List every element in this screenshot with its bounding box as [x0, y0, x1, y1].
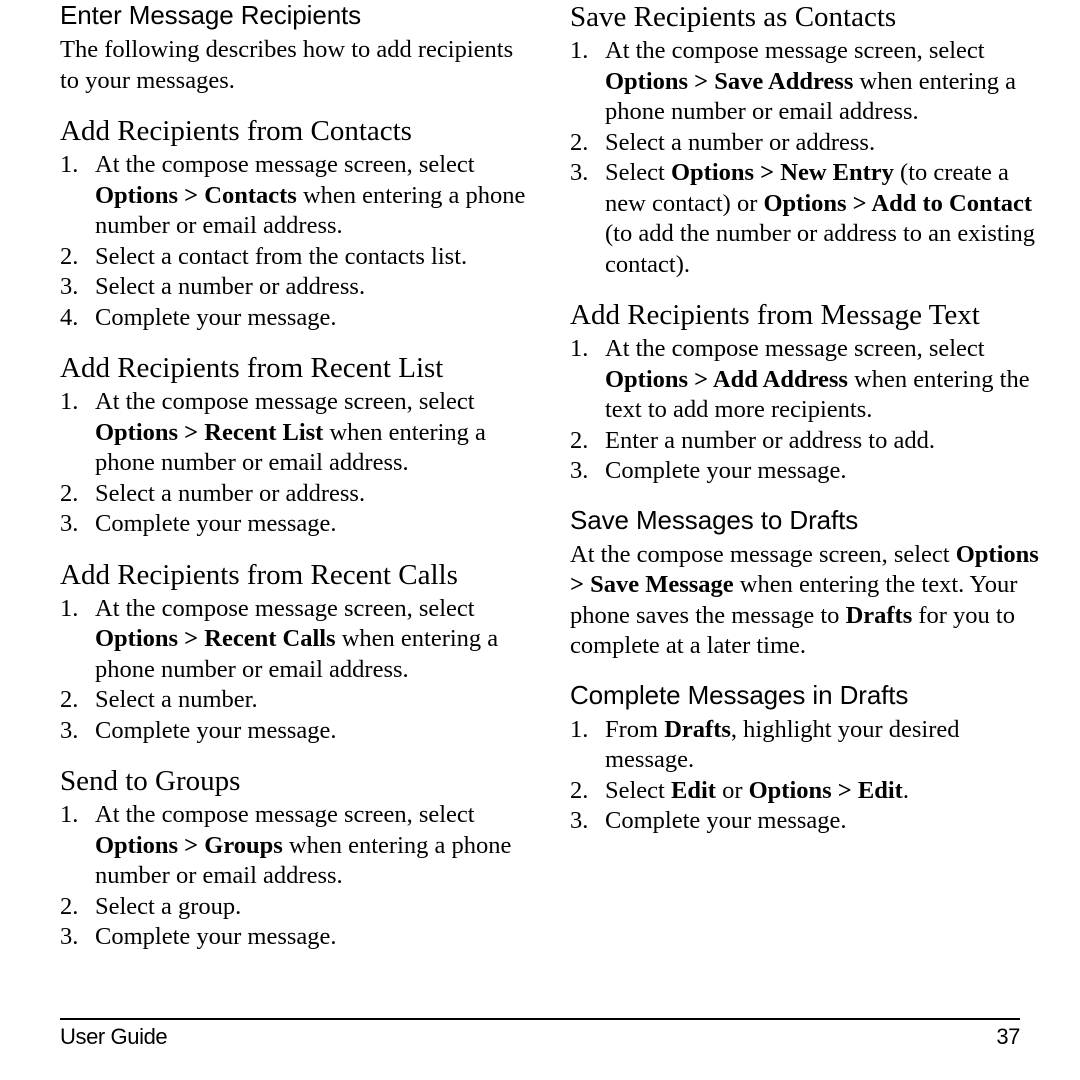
emphasis-text: Options > Recent List: [95, 418, 324, 446]
body-text: At the compose message screen, select: [605, 335, 985, 362]
section-heading: Save Recipients as Contacts: [570, 1, 897, 33]
body-text: Complete your message.: [95, 923, 337, 950]
section-add-recipients-from-contacts: Add Recipients from Contacts At the compo…: [60, 114, 535, 333]
body-text: Select: [605, 159, 671, 186]
step-item: Complete your message.: [60, 922, 535, 953]
step-item: Select Options > New Entry (to create a …: [570, 158, 1045, 280]
emphasis-text: Options > Groups: [95, 831, 283, 859]
section-add-recipients-from-message-text: Add Recipients from Message Text At the c…: [570, 298, 1045, 487]
emphasis-text: Options > Add to Contact: [763, 189, 1033, 217]
step-item: At the compose message screen, select Op…: [60, 594, 535, 686]
emphasis-text: Options > Contacts: [95, 181, 297, 209]
body-text: Select a contact from the contacts list.: [95, 242, 468, 270]
step-list: From Drafts, highlight your desired mess…: [570, 715, 1045, 837]
manual-page: Enter Message Recipients The following de…: [0, 0, 1080, 1080]
body-text: From: [605, 715, 665, 743]
step-list: At the compose message screen, select Op…: [570, 334, 1045, 487]
body-text: At the compose message screen, select: [95, 801, 475, 828]
step-list: At the compose message screen, select Op…: [60, 387, 535, 540]
step-item: Complete your message.: [60, 303, 535, 334]
left-column: Enter Message Recipients The following de…: [60, 0, 535, 953]
section-heading: Add Recipients from Message Text: [570, 299, 980, 331]
section-save-recipients-as-contacts: Save Recipients as Contacts At the compos…: [570, 0, 1045, 280]
body-text: (to add the number or address to an exis…: [605, 220, 1036, 278]
step-list: At the compose message screen, select Op…: [570, 36, 1045, 280]
emphasis-text: Options > New Entry: [671, 159, 894, 186]
step-item: Enter a number or address to add.: [570, 426, 1045, 457]
body-text: Select a number.: [95, 686, 258, 713]
body-text: Complete your message.: [95, 510, 337, 537]
body-text: Select a number or address.: [605, 128, 876, 156]
footer-page-number: 37: [996, 1024, 1020, 1049]
section-paragraph: At the compose message screen, select Op…: [570, 540, 1045, 662]
body-text: Complete your message.: [95, 716, 337, 744]
body-text: Complete your message.: [605, 807, 847, 834]
section-paragraph: The following describes how to add recip…: [60, 36, 514, 94]
step-item: Select a number or address.: [60, 479, 535, 510]
section-heading: Add Recipients from Contacts: [60, 115, 412, 147]
section-add-recipients-from-recent-calls: Add Recipients from Recent Calls At the c…: [60, 558, 535, 747]
body-text: or: [715, 776, 749, 804]
step-item: Complete your message.: [60, 716, 535, 747]
emphasis-text: Options > Add Address: [605, 365, 848, 393]
emphasis-text: Options > Recent Calls: [95, 625, 336, 652]
section-heading: Add Recipients from Recent Calls: [60, 558, 458, 591]
body-text: Select a number or address.: [95, 273, 366, 300]
body-text: At the compose message screen, select: [570, 540, 956, 568]
step-list: At the compose message screen, select Op…: [60, 800, 535, 953]
step-item: Select Edit or Options > Edit.: [570, 776, 1045, 807]
section-heading: Send to Groups: [60, 765, 241, 797]
right-column: Save Recipients as Contacts At the compos…: [570, 0, 1045, 837]
step-item: Select a number.: [60, 685, 535, 716]
step-list: At the compose message screen, select Op…: [60, 150, 535, 333]
body-text: At the compose message screen, select: [95, 594, 475, 622]
emphasis-text: Drafts: [664, 715, 731, 743]
emphasis-text: Options > Save Address: [605, 67, 854, 95]
step-item: Select a contact from the contacts list.: [60, 242, 535, 273]
page-columns: Enter Message Recipients The following de…: [0, 0, 1080, 953]
body-text: Select a number or address.: [95, 479, 366, 507]
step-item: At the compose message screen, select Op…: [570, 36, 1045, 128]
section-complete-messages-in-drafts: Complete Messages in Drafts From Drafts, …: [570, 680, 1045, 837]
step-item: Complete your message.: [570, 806, 1045, 837]
body-text: At the compose message screen, select: [95, 151, 475, 178]
step-item: Select a number or address.: [570, 128, 1045, 159]
step-item: Complete your message.: [570, 456, 1045, 487]
step-item: Complete your message.: [60, 509, 535, 540]
body-text: Enter a number or address to add.: [605, 426, 935, 454]
section-heading: Complete Messages in Drafts: [570, 679, 909, 710]
body-text: At the compose message screen, select: [95, 388, 475, 415]
step-item: At the compose message screen, select Op…: [60, 150, 535, 242]
body-text: Select: [605, 776, 671, 804]
footer-document-title: User Guide: [60, 1024, 168, 1049]
body-text: At the compose message screen, select: [605, 37, 985, 64]
step-list: At the compose message screen, select Op…: [60, 594, 535, 747]
emphasis-text: Drafts: [845, 601, 913, 629]
step-item: At the compose message screen, select Op…: [60, 800, 535, 892]
emphasis-text: Edit: [671, 776, 716, 804]
step-item: From Drafts, highlight your desired mess…: [570, 715, 1045, 776]
section-enter-message-recipients: Enter Message Recipients The following de…: [60, 0, 535, 96]
body-text: .: [902, 776, 909, 804]
section-save-messages-to-drafts: Save Messages to Drafts At the compose me…: [570, 505, 1045, 662]
body-text: Complete your message.: [95, 303, 337, 331]
section-heading: Save Messages to Drafts: [570, 504, 859, 535]
body-text: Complete your message.: [605, 457, 847, 484]
step-item: At the compose message screen, select Op…: [570, 334, 1045, 426]
step-item: Select a number or address.: [60, 272, 535, 303]
body-text: Select a group.: [95, 892, 242, 920]
section-add-recipients-from-recent-list: Add Recipients from Recent List At the co…: [60, 351, 535, 540]
step-item: At the compose message screen, select Op…: [60, 387, 535, 479]
emphasis-text: Options > Edit: [748, 776, 903, 804]
section-heading: Enter Message Recipients: [60, 0, 362, 30]
section-heading: Add Recipients from Recent List: [60, 352, 444, 384]
step-item: Select a group.: [60, 892, 535, 923]
section-send-to-groups: Send to Groups At the compose message scr…: [60, 764, 535, 953]
page-footer: User Guide 37: [60, 1018, 1020, 1050]
